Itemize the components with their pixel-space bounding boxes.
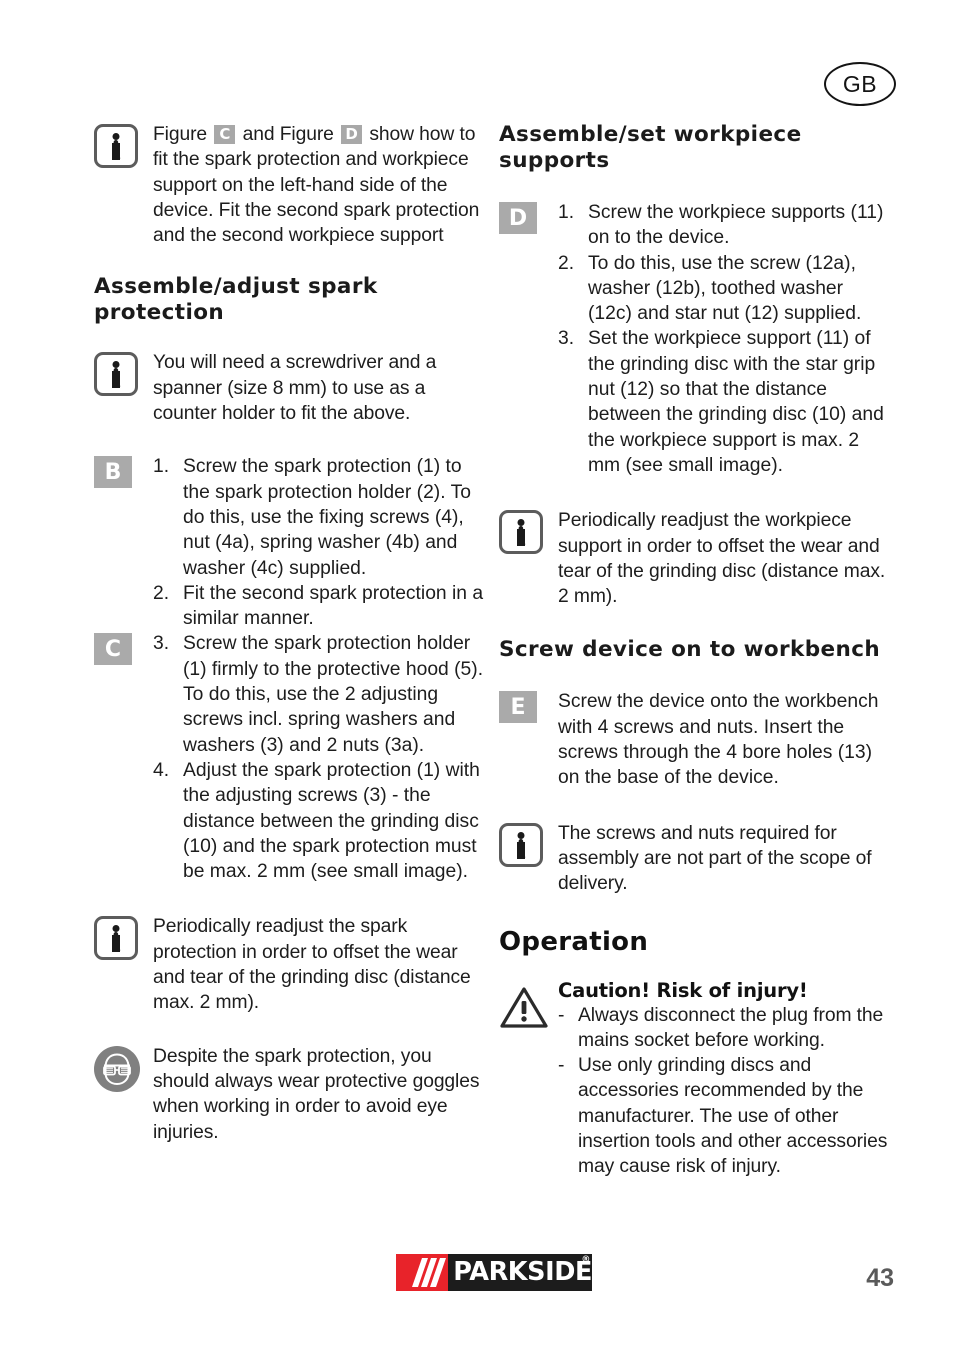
logo-slashes-icon [412, 1258, 446, 1287]
steps-b-text: 1. Screw the spark protection (1) to the… [153, 454, 484, 631]
list-item-number: 2. [153, 582, 170, 604]
list-item-text: Screw the spark protection (1) to the sp… [183, 456, 471, 579]
info-icon-glyph: i [111, 136, 121, 165]
list-item: - Always disconnect the plug from the ma… [558, 1003, 889, 1054]
info-icon: i [499, 510, 543, 555]
note-figures-text: Figure C and Figure D show how to fit th… [153, 122, 484, 248]
list-item: 2. To do this, use the screw (12a), wash… [558, 251, 889, 327]
note-readjust-workpiece-text: Periodically readjust the workpiece supp… [558, 510, 886, 608]
warning-triangle-icon [499, 985, 549, 1030]
note-goggles: Despite the spark protection, you should… [94, 1044, 484, 1145]
list-item: 4. Adjust the spark protection (1) with … [153, 758, 484, 884]
step-e-paragraph: Screw the device onto the workbench with… [558, 691, 879, 789]
note-tools-text: You will need a screwdriver and a spanne… [153, 352, 437, 425]
info-icon: i [94, 916, 138, 961]
note-icon-wrap: i [94, 914, 140, 961]
note-goggles-text: Despite the spark protection, you should… [153, 1045, 480, 1143]
step-group-e: E Screw the device onto the workbench wi… [499, 689, 889, 790]
steps-group-d: D 1. Screw the workpiece supports (11) o… [499, 200, 889, 478]
note-icon-wrap: i [499, 821, 545, 867]
right-column: Assemble/set workpiece supports D 1. Scr… [499, 122, 889, 1180]
country-code-badge: GB [824, 62, 896, 106]
list-item-number: 3. [153, 633, 170, 655]
note-readjust-spark: i Periodically readjust the spark protec… [94, 914, 484, 1015]
note-icon-wrap: i [94, 350, 140, 397]
logo-red-block [396, 1254, 449, 1291]
list-item: 1. Screw the workpiece supports (11) on … [558, 200, 889, 251]
caution-title: Caution! Risk of injury! [558, 978, 808, 1002]
list-item-text: Set the workpiece support (11) of the gr… [588, 328, 884, 476]
figure-badge-d: D [341, 125, 363, 144]
steps-c-list: 3. Screw the spark protection holder (1)… [153, 631, 484, 884]
parkside-logo: PARKSIDE ® [396, 1254, 592, 1291]
note-screws-not-included: i The screws and nuts required for assem… [499, 821, 889, 897]
note-icon-wrap [499, 979, 548, 1030]
safety-goggles-svg [103, 1053, 131, 1085]
note-figures-text-middle: and Figure [242, 124, 334, 145]
list-item: 1. Screw the spark protection (1) to the… [153, 454, 484, 580]
list-item-text: Adjust the spark protection (1) with the… [183, 759, 480, 883]
list-item-text: To do this, use the screw (12a), washer … [588, 252, 862, 325]
list-item-text: Screw the workpiece supports (11) on to … [588, 202, 884, 249]
logo-registered-mark: ® [581, 1255, 590, 1265]
note-readjust-text: Periodically readjust the spark protecti… [153, 916, 471, 1014]
list-item: - Use only grinding discs and accessorie… [558, 1053, 889, 1179]
page-number: 43 [866, 1264, 894, 1292]
caution-list: - Always disconnect the plug from the ma… [558, 1003, 889, 1180]
figure-badge-d-block: D [499, 202, 537, 234]
list-item-text: Screw the spark protection holder (1) fi… [183, 633, 484, 756]
figure-badge-c: C [214, 125, 236, 144]
list-item-number: 2. [558, 252, 575, 274]
heading-screw-device-workbench: Screw device on to workbench [499, 637, 881, 663]
steps-b-list: 1. Screw the spark protection (1) to the… [153, 454, 484, 631]
note-icon-wrap [94, 1044, 140, 1092]
note-icon-wrap: i [94, 122, 140, 168]
heading-assemble-spark-protection: Assemble/adjust spark protection [94, 274, 378, 326]
figure-badge-e: E [499, 691, 537, 724]
warning-triangle-svg [500, 986, 548, 1028]
document-page: GB i Figure C and Figure D show how to f… [0, 0, 954, 1354]
list-item: 3. Set the workpiece support (11) of the… [558, 326, 889, 478]
list-item-text: Fit the second spark protection in a sim… [183, 582, 484, 630]
heading-workpiece-supports: Assemble/set workpiece supports [499, 122, 802, 173]
info-icon: i [94, 352, 138, 397]
list-item-dash: - [558, 1004, 565, 1026]
note-screws-text: The screws and nuts required for assembl… [558, 822, 872, 895]
info-icon-glyph: i [516, 522, 526, 552]
info-icon-glyph: i [516, 834, 526, 864]
step-e-text: Screw the device onto the workbench with… [558, 689, 889, 790]
list-item-number: 1. [153, 456, 170, 478]
info-icon: i [94, 124, 138, 168]
steps-group-b: B 1. Screw the spark protection (1) to t… [94, 454, 484, 631]
list-item: 3. Screw the spark protection holder (1)… [153, 631, 484, 757]
caution-block: Caution! Risk of injury! - Always discon… [499, 979, 889, 1180]
note-readjust-workpiece: i Periodically readjust the workpiece su… [499, 508, 889, 609]
steps-d-list: 1. Screw the workpiece supports (11) on … [558, 200, 889, 478]
info-icon-glyph: i [111, 928, 121, 958]
list-item: 2. Fit the second spark protection in a … [153, 581, 484, 632]
steps-group-c: C 3. Screw the spark protection holder (… [94, 631, 484, 884]
list-item-dash: - [558, 1055, 565, 1077]
logo-wordmark: PARKSIDE ® [448, 1254, 592, 1291]
steps-c-text: 3. Screw the spark protection holder (1)… [153, 631, 484, 884]
left-column: i Figure C and Figure D show how to fit … [94, 122, 484, 1145]
info-icon: i [499, 822, 543, 867]
info-icon-glyph: i [111, 364, 121, 394]
note-icon-wrap: i [499, 508, 545, 555]
list-item-number: 3. [558, 328, 575, 350]
figure-badge-b: B [94, 456, 132, 489]
safety-goggles-icon [94, 1045, 140, 1092]
caution-body: Caution! Risk of injury! - Always discon… [558, 979, 889, 1180]
steps-d-text: 1. Screw the workpiece supports (11) on … [558, 200, 889, 478]
note-figures-text-before: Figure [153, 124, 208, 145]
list-item-text: Always disconnect the plug from the main… [578, 1004, 884, 1051]
list-item-number: 1. [558, 202, 575, 223]
note-tools: i You will need a screwdriver and a span… [94, 350, 484, 426]
list-item-text: Use only grinding discs and accessories … [578, 1055, 888, 1178]
list-item-number: 4. [153, 759, 170, 781]
logo-brand-text: PARKSIDE [453, 1257, 592, 1287]
note-figures: i Figure C and Figure D show how to fit … [94, 122, 484, 248]
figure-badge-c-block: C [94, 633, 132, 666]
heading-operation: Operation [499, 926, 649, 957]
